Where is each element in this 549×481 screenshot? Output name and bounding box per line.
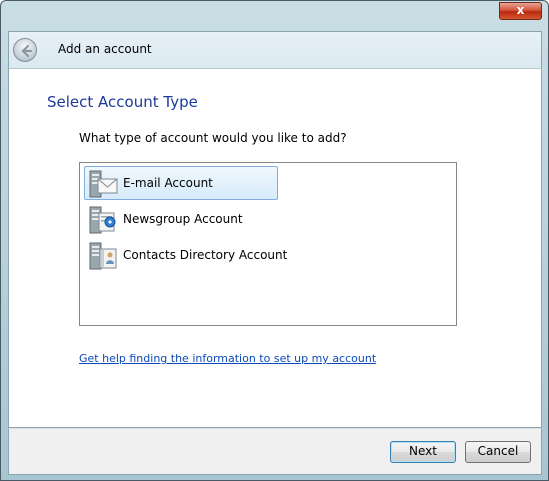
wizard-header: Add an account [8,31,542,68]
wizard-title: Add an account [58,42,152,56]
list-item-email-account[interactable]: E-mail Account [84,166,278,200]
account-type-list[interactable]: E-mail Account Newsgroup Account Contact… [79,162,457,326]
cancel-button[interactable]: Cancel [465,441,531,463]
list-item-label: E-mail Account [123,176,213,190]
email-account-icon [89,170,118,198]
list-item-contacts-directory-account[interactable]: Contacts Directory Account [84,238,288,272]
close-button[interactable]: x [499,2,542,20]
help-link[interactable]: Get help finding the information to set … [79,352,376,365]
back-arrow-icon [21,44,33,58]
wizard-footer: Next Cancel [8,428,542,475]
list-item-label: Contacts Directory Account [123,248,288,262]
newsgroup-account-icon [89,206,116,234]
add-account-window: x Add an account Select Account Type Wha… [0,0,549,481]
list-item-newsgroup-account[interactable]: Newsgroup Account [84,202,244,236]
list-item-label: Newsgroup Account [123,212,243,226]
next-button[interactable]: Next [390,441,456,463]
close-icon: x [516,3,525,17]
contacts-directory-account-icon [89,242,117,270]
wizard-content: Select Account Type What type of account… [8,68,542,428]
account-type-prompt: What type of account would you like to a… [79,131,347,145]
title-bar: x [1,1,548,31]
back-button[interactable] [13,38,37,62]
page-title: Select Account Type [47,93,198,111]
